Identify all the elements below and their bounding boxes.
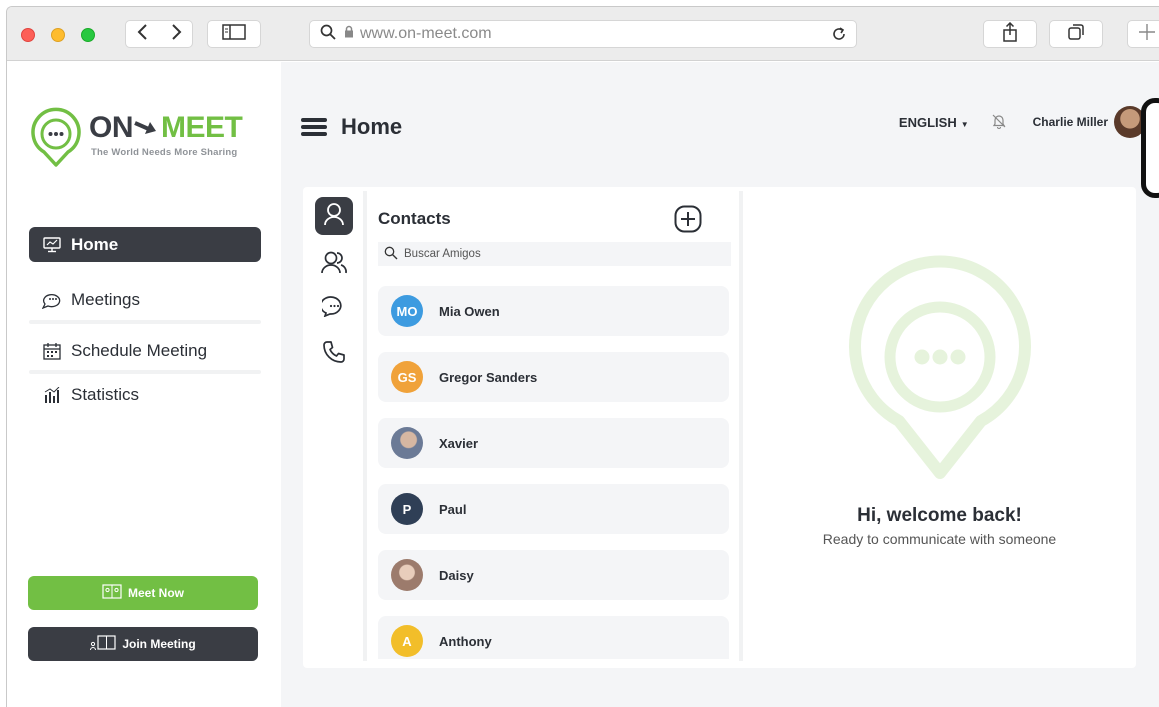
contact-name: Xavier bbox=[439, 435, 479, 451]
contact-avatar: A bbox=[391, 625, 423, 657]
contact-item[interactable]: GS Gregor Sanders bbox=[378, 352, 729, 402]
sidebar-item-label: Meetings bbox=[71, 289, 140, 309]
nav-divider bbox=[29, 320, 261, 324]
sidebar-item-label: Statistics bbox=[71, 384, 140, 404]
brand-logo[interactable]: ON MEET The World Needs More Sharing bbox=[27, 107, 257, 167]
contact-photo-avatar bbox=[391, 559, 423, 591]
logo-arrow-icon bbox=[134, 112, 160, 146]
contact-name: Daisy bbox=[439, 567, 474, 583]
contact-item[interactable]: A Anthony bbox=[378, 616, 729, 659]
contact-avatar: MO bbox=[391, 295, 423, 327]
home-monitor-icon bbox=[41, 236, 63, 254]
language-select[interactable]: ENGLISH ▼ bbox=[899, 115, 969, 130]
tabs-icon bbox=[1067, 23, 1085, 46]
pin-chat-illustration-icon bbox=[845, 245, 1035, 490]
page-header: Home bbox=[301, 114, 402, 140]
back-icon[interactable] bbox=[136, 23, 150, 46]
meet-now-label: Meet Now bbox=[127, 586, 184, 600]
reload-icon[interactable] bbox=[830, 25, 848, 48]
groups-tab[interactable] bbox=[315, 245, 353, 283]
logo-on: ON bbox=[89, 111, 134, 144]
browser-toolbar: www.on-meet.com bbox=[7, 7, 1159, 61]
contact-name: Anthony bbox=[439, 633, 492, 649]
meeting-room-icon bbox=[102, 583, 122, 603]
contact-name: Gregor Sanders bbox=[439, 369, 538, 385]
history-nav bbox=[125, 20, 193, 48]
new-tab-button[interactable] bbox=[1127, 20, 1159, 48]
sidebar-item-statistics[interactable]: Statistics bbox=[29, 377, 261, 412]
url-text: www.on-meet.com bbox=[360, 25, 492, 42]
contact-item[interactable]: Xavier bbox=[378, 418, 729, 468]
chat-bubbles-icon bbox=[41, 291, 63, 309]
contacts-tab[interactable] bbox=[315, 197, 353, 235]
users-group-icon bbox=[320, 250, 348, 279]
contact-name: Mia Owen bbox=[439, 303, 500, 319]
logo-pin-icon bbox=[27, 107, 85, 174]
contact-avatar: GS bbox=[391, 361, 423, 393]
contact-item[interactable]: Daisy bbox=[378, 550, 729, 600]
sidebar-item-label: Schedule Meeting bbox=[71, 340, 208, 360]
language-label: ENGLISH bbox=[898, 114, 957, 130]
welcome-pane: Hi, welcome back! Ready to communicate w… bbox=[743, 187, 1136, 668]
calendar-icon bbox=[41, 342, 63, 360]
contact-avatar: P bbox=[391, 493, 423, 525]
contact-mode-rail bbox=[303, 187, 363, 668]
search-placeholder: Buscar Amigos bbox=[404, 248, 481, 260]
sidebar-item-meetings[interactable]: Meetings bbox=[29, 282, 261, 317]
join-meeting-label: Join Meeting bbox=[122, 637, 196, 651]
close-window-button[interactable] bbox=[21, 28, 35, 42]
logo-tagline: The World Needs More Sharing bbox=[91, 147, 238, 158]
sidebar-item-label: Home bbox=[71, 234, 119, 254]
join-meeting-icon bbox=[90, 634, 116, 654]
contact-name: Paul bbox=[439, 501, 467, 517]
logo-wordmark: ON MEET bbox=[89, 111, 243, 146]
add-contact-button[interactable] bbox=[673, 204, 703, 239]
hamburger-menu-icon[interactable] bbox=[301, 115, 327, 139]
forward-icon[interactable] bbox=[169, 23, 183, 46]
bar-stats-icon bbox=[41, 386, 63, 404]
contacts-pane: Contacts Buscar Amigos MO Mia Owen GS Gr… bbox=[367, 187, 739, 659]
contacts-title: Contacts bbox=[378, 209, 451, 228]
sidebar-toggle-icon bbox=[222, 23, 246, 45]
contact-photo-avatar bbox=[391, 427, 423, 459]
app-sidebar: ON MEET The World Needs More Sharing Home… bbox=[7, 62, 281, 707]
main-area: Home ENGLISH ▼ Charlie Miller Contacts B… bbox=[281, 62, 1159, 707]
zoom-window-button[interactable] bbox=[81, 28, 95, 42]
browser-window: www.on-meet.com ON MEET The World Needs … bbox=[6, 6, 1159, 707]
logo-meet: MEET bbox=[161, 111, 243, 144]
chevron-down-icon: ▼ bbox=[960, 119, 969, 129]
home-panel: Contacts Buscar Amigos MO Mia Owen GS Gr… bbox=[303, 187, 1136, 668]
sidebar-item-home[interactable]: Home bbox=[29, 227, 261, 262]
bell-muted-icon[interactable] bbox=[991, 113, 1007, 132]
chat-bubble-icon bbox=[319, 295, 346, 322]
meet-now-button[interactable]: Meet Now bbox=[28, 576, 258, 610]
search-contacts-input[interactable]: Buscar Amigos bbox=[378, 242, 731, 266]
calls-tab[interactable] bbox=[315, 335, 353, 373]
page-title: Home bbox=[341, 114, 403, 139]
nav-divider bbox=[29, 370, 261, 374]
search-icon bbox=[320, 24, 336, 45]
minimize-window-button[interactable] bbox=[51, 28, 65, 42]
welcome-title: Hi, welcome back! bbox=[857, 505, 1022, 526]
plus-circle-icon bbox=[673, 205, 703, 238]
plus-icon bbox=[1138, 23, 1156, 46]
side-drawer-handle[interactable] bbox=[1141, 98, 1159, 198]
share-icon bbox=[1002, 21, 1018, 47]
phone-icon bbox=[322, 340, 346, 369]
share-button[interactable] bbox=[983, 20, 1037, 48]
user-name[interactable]: Charlie Miller bbox=[1033, 115, 1108, 129]
search-icon bbox=[384, 246, 398, 263]
contact-item[interactable]: MO Mia Owen bbox=[378, 286, 729, 336]
user-icon bbox=[323, 202, 345, 231]
welcome-subtitle: Ready to communicate with someone bbox=[822, 531, 1057, 547]
join-meeting-button[interactable]: Join Meeting bbox=[28, 627, 258, 661]
sidebar-item-schedule-meeting[interactable]: Schedule Meeting bbox=[29, 333, 261, 368]
header-actions: ENGLISH ▼ Charlie Miller bbox=[899, 106, 1146, 138]
contact-item[interactable]: P Paul bbox=[378, 484, 729, 534]
lock-icon bbox=[344, 25, 354, 43]
address-bar[interactable]: www.on-meet.com bbox=[309, 20, 857, 48]
sidebar-toggle-button[interactable] bbox=[207, 20, 261, 48]
tabs-overview-button[interactable] bbox=[1049, 20, 1103, 48]
chats-tab[interactable] bbox=[315, 289, 353, 327]
